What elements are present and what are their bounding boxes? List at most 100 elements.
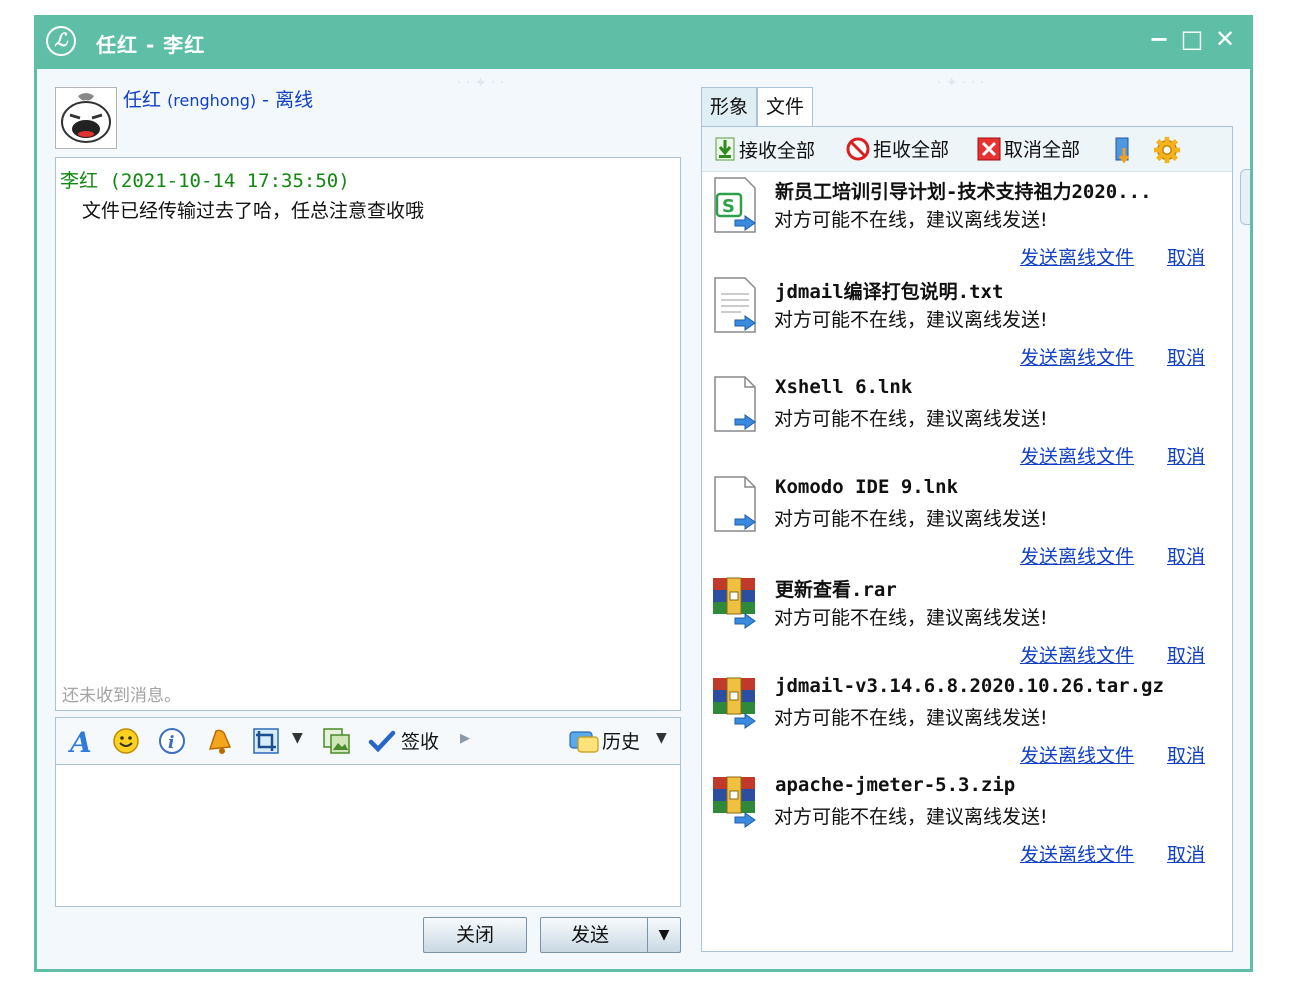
cancel-file-link[interactable]: 取消 — [1167, 442, 1205, 469]
background-pattern: · · ✦ · · — [457, 75, 505, 91]
send-offline-file-link[interactable]: 发送离线文件 — [1020, 343, 1134, 370]
file-item: S 新员工培训引导计划-技术支持祖力2020... 对方可能不在线，建议离线发送… — [702, 173, 1232, 273]
window-title: 任红 - 李红 — [96, 33, 206, 57]
file-status: 对方可能不在线，建议离线发送! — [774, 209, 1048, 231]
svg-text:i: i — [168, 733, 174, 753]
contact-info[interactable]: 任红 (renghong) - 离线 — [123, 85, 313, 112]
minimize-button[interactable]: − — [1144, 25, 1174, 55]
prohibited-icon — [846, 137, 870, 161]
cancel-all-button[interactable]: 取消全部 — [977, 136, 1080, 164]
chat-history-icon[interactable] — [568, 727, 600, 755]
archive-file-icon — [713, 776, 756, 828]
accept-all-label: 接收全部 — [739, 140, 816, 162]
message-header: 李红 (2021-10-14 17:35:50) — [60, 166, 350, 193]
blank-file-icon — [714, 475, 756, 532]
contact-separator: - — [256, 89, 276, 111]
contact-pinyin[interactable]: (renghong) — [167, 91, 256, 110]
file-transfer-panel: 接收全部 拒收全部 取消全部 S 新员工培训引导计划-技术支持祖力2020...… — [701, 126, 1233, 952]
font-icon[interactable]: A — [68, 727, 98, 755]
info-icon[interactable]: i — [158, 727, 186, 755]
shake-bell-icon[interactable] — [204, 727, 234, 755]
more-tools-chevron-right-icon[interactable]: ▶ — [460, 731, 470, 746]
file-item: jdmail-v3.14.6.8.2020.10.26.tar.gz 对方可能不… — [702, 671, 1232, 771]
accept-all-button[interactable]: 接收全部 — [714, 136, 815, 164]
file-name: jdmail-v3.14.6.8.2020.10.26.tar.gz — [775, 674, 1164, 697]
file-name: 更新查看.rar — [775, 579, 897, 601]
text-file-icon — [714, 276, 756, 333]
send-options-chevron-down-icon[interactable]: ▼ — [647, 918, 680, 952]
close-button[interactable]: 关闭 — [423, 917, 527, 953]
avatar[interactable] — [55, 87, 117, 149]
avatar-laughing-face-icon — [61, 93, 111, 143]
file-status: 对方可能不在线，建议离线发送! — [774, 507, 1048, 530]
contact-name[interactable]: 任红 — [123, 89, 161, 111]
file-list: S 新员工培训引导计划-技术支持祖力2020... 对方可能不在线，建议离线发送… — [702, 173, 1232, 870]
reject-all-button[interactable]: 拒收全部 — [846, 136, 949, 164]
file-name: 新员工培训引导计划-技术支持祖力2020... — [775, 181, 1152, 203]
send-image-icon[interactable] — [322, 727, 352, 755]
collapse-panel-handle[interactable] — [1240, 169, 1250, 225]
cancel-all-label: 取消全部 — [1004, 139, 1081, 161]
file-status: 对方可能不在线，建议离线发送! — [774, 806, 1048, 828]
cancel-file-link[interactable]: 取消 — [1167, 840, 1205, 867]
message-input-area[interactable] — [55, 765, 681, 907]
file-name: Xshell 6.lnk — [775, 376, 913, 398]
cancel-file-link[interactable]: 取消 — [1167, 243, 1205, 270]
settings-gear-icon[interactable] — [1152, 136, 1182, 164]
file-status: 对方可能不在线，建议离线发送! — [774, 408, 1048, 430]
send-offline-file-link[interactable]: 发送离线文件 — [1020, 243, 1134, 270]
contact-status: 离线 — [275, 89, 314, 111]
archive-file-icon — [713, 577, 756, 629]
screenshot-icon[interactable] — [252, 727, 280, 755]
file-item: jdmail编译打包说明.txt 对方可能不在线，建议离线发送! 发送离线文件 … — [702, 273, 1232, 373]
file-status: 对方可能不在线，建议离线发送! — [774, 607, 1048, 629]
file-item: 更新查看.rar 对方可能不在线，建议离线发送! 发送离线文件 取消 — [702, 571, 1232, 671]
emoji-icon[interactable] — [112, 727, 140, 755]
file-toolbar: 接收全部 拒收全部 取消全部 — [702, 127, 1232, 172]
message-history-panel[interactable]: 李红 (2021-10-14 17:35:50) 文件已经传输过去了哈，任总注意… — [55, 157, 681, 711]
message-sender: 李红 — [60, 170, 99, 192]
file-item: Xshell 6.lnk 对方可能不在线，建议离线发送! 发送离线文件 取消 — [702, 372, 1232, 472]
sign-receipt-button[interactable]: 签收 — [401, 727, 439, 754]
send-offline-file-link[interactable]: 发送离线文件 — [1020, 741, 1134, 768]
tab-avatar-show[interactable]: 形象 — [701, 87, 757, 127]
checkmark-icon[interactable] — [368, 727, 396, 755]
background-pattern: · ✦ · · · — [937, 75, 985, 91]
file-item: apache-jmeter-5.3.zip 对方可能不在线，建议离线发送! 发送… — [702, 770, 1232, 870]
cancel-file-link[interactable]: 取消 — [1167, 542, 1205, 569]
cancel-file-link[interactable]: 取消 — [1167, 343, 1205, 370]
history-button[interactable]: 历史 — [602, 727, 640, 754]
red-x-icon — [977, 137, 1001, 161]
no-message-hint: 还未收到消息。 — [62, 686, 181, 706]
history-options-chevron-down-icon[interactable]: ▼ — [656, 730, 667, 746]
spreadsheet-file-icon: S — [714, 177, 756, 233]
cancel-file-link[interactable]: 取消 — [1167, 641, 1205, 668]
send-button[interactable]: 发送 ▼ — [540, 917, 681, 953]
send-offline-file-link[interactable]: 发送离线文件 — [1020, 641, 1134, 668]
chat-window: ℒ 任红 - 李红 − □ ✕ · · ✦ · · · ✦ · · · 任红 (… — [34, 15, 1253, 972]
reject-all-label: 拒收全部 — [873, 139, 950, 161]
close-window-button[interactable]: ✕ — [1210, 25, 1240, 55]
download-arrow-icon — [715, 137, 735, 161]
send-button-label: 发送 — [571, 924, 610, 946]
file-item: Komodo IDE 9.lnk 对方可能不在线，建议离线发送! 发送离线文件 … — [702, 472, 1232, 572]
archive-file-icon — [713, 677, 756, 729]
message-time: (2021-10-14 17:35:50) — [109, 170, 350, 192]
file-status: 对方可能不在线，建议离线发送! — [774, 308, 1048, 331]
input-toolbar: A i ▼ 签收 ▶ 历史 ▼ — [55, 717, 681, 765]
send-offline-file-link[interactable]: 发送离线文件 — [1020, 542, 1134, 569]
file-status: 对方可能不在线，建议离线发送! — [774, 706, 1048, 729]
send-offline-file-link[interactable]: 发送离线文件 — [1020, 840, 1134, 867]
open-folder-icon[interactable] — [1112, 136, 1138, 164]
svg-text:S: S — [722, 196, 735, 217]
tab-files[interactable]: 文件 — [757, 87, 813, 127]
message-text: 文件已经传输过去了哈，任总注意查收哦 — [82, 200, 425, 222]
screenshot-options-chevron-down-icon[interactable]: ▼ — [292, 730, 303, 746]
window-client-area: · · ✦ · · · ✦ · · · 任红 (renghong) - 离线 李… — [37, 69, 1250, 969]
svg-text:A: A — [68, 727, 92, 755]
blank-file-icon — [714, 376, 756, 432]
send-offline-file-link[interactable]: 发送离线文件 — [1020, 442, 1134, 469]
maximize-button[interactable]: □ — [1177, 25, 1207, 55]
cancel-file-link[interactable]: 取消 — [1167, 741, 1205, 768]
title-bar[interactable]: ℒ 任红 - 李红 − □ ✕ — [34, 15, 1253, 69]
